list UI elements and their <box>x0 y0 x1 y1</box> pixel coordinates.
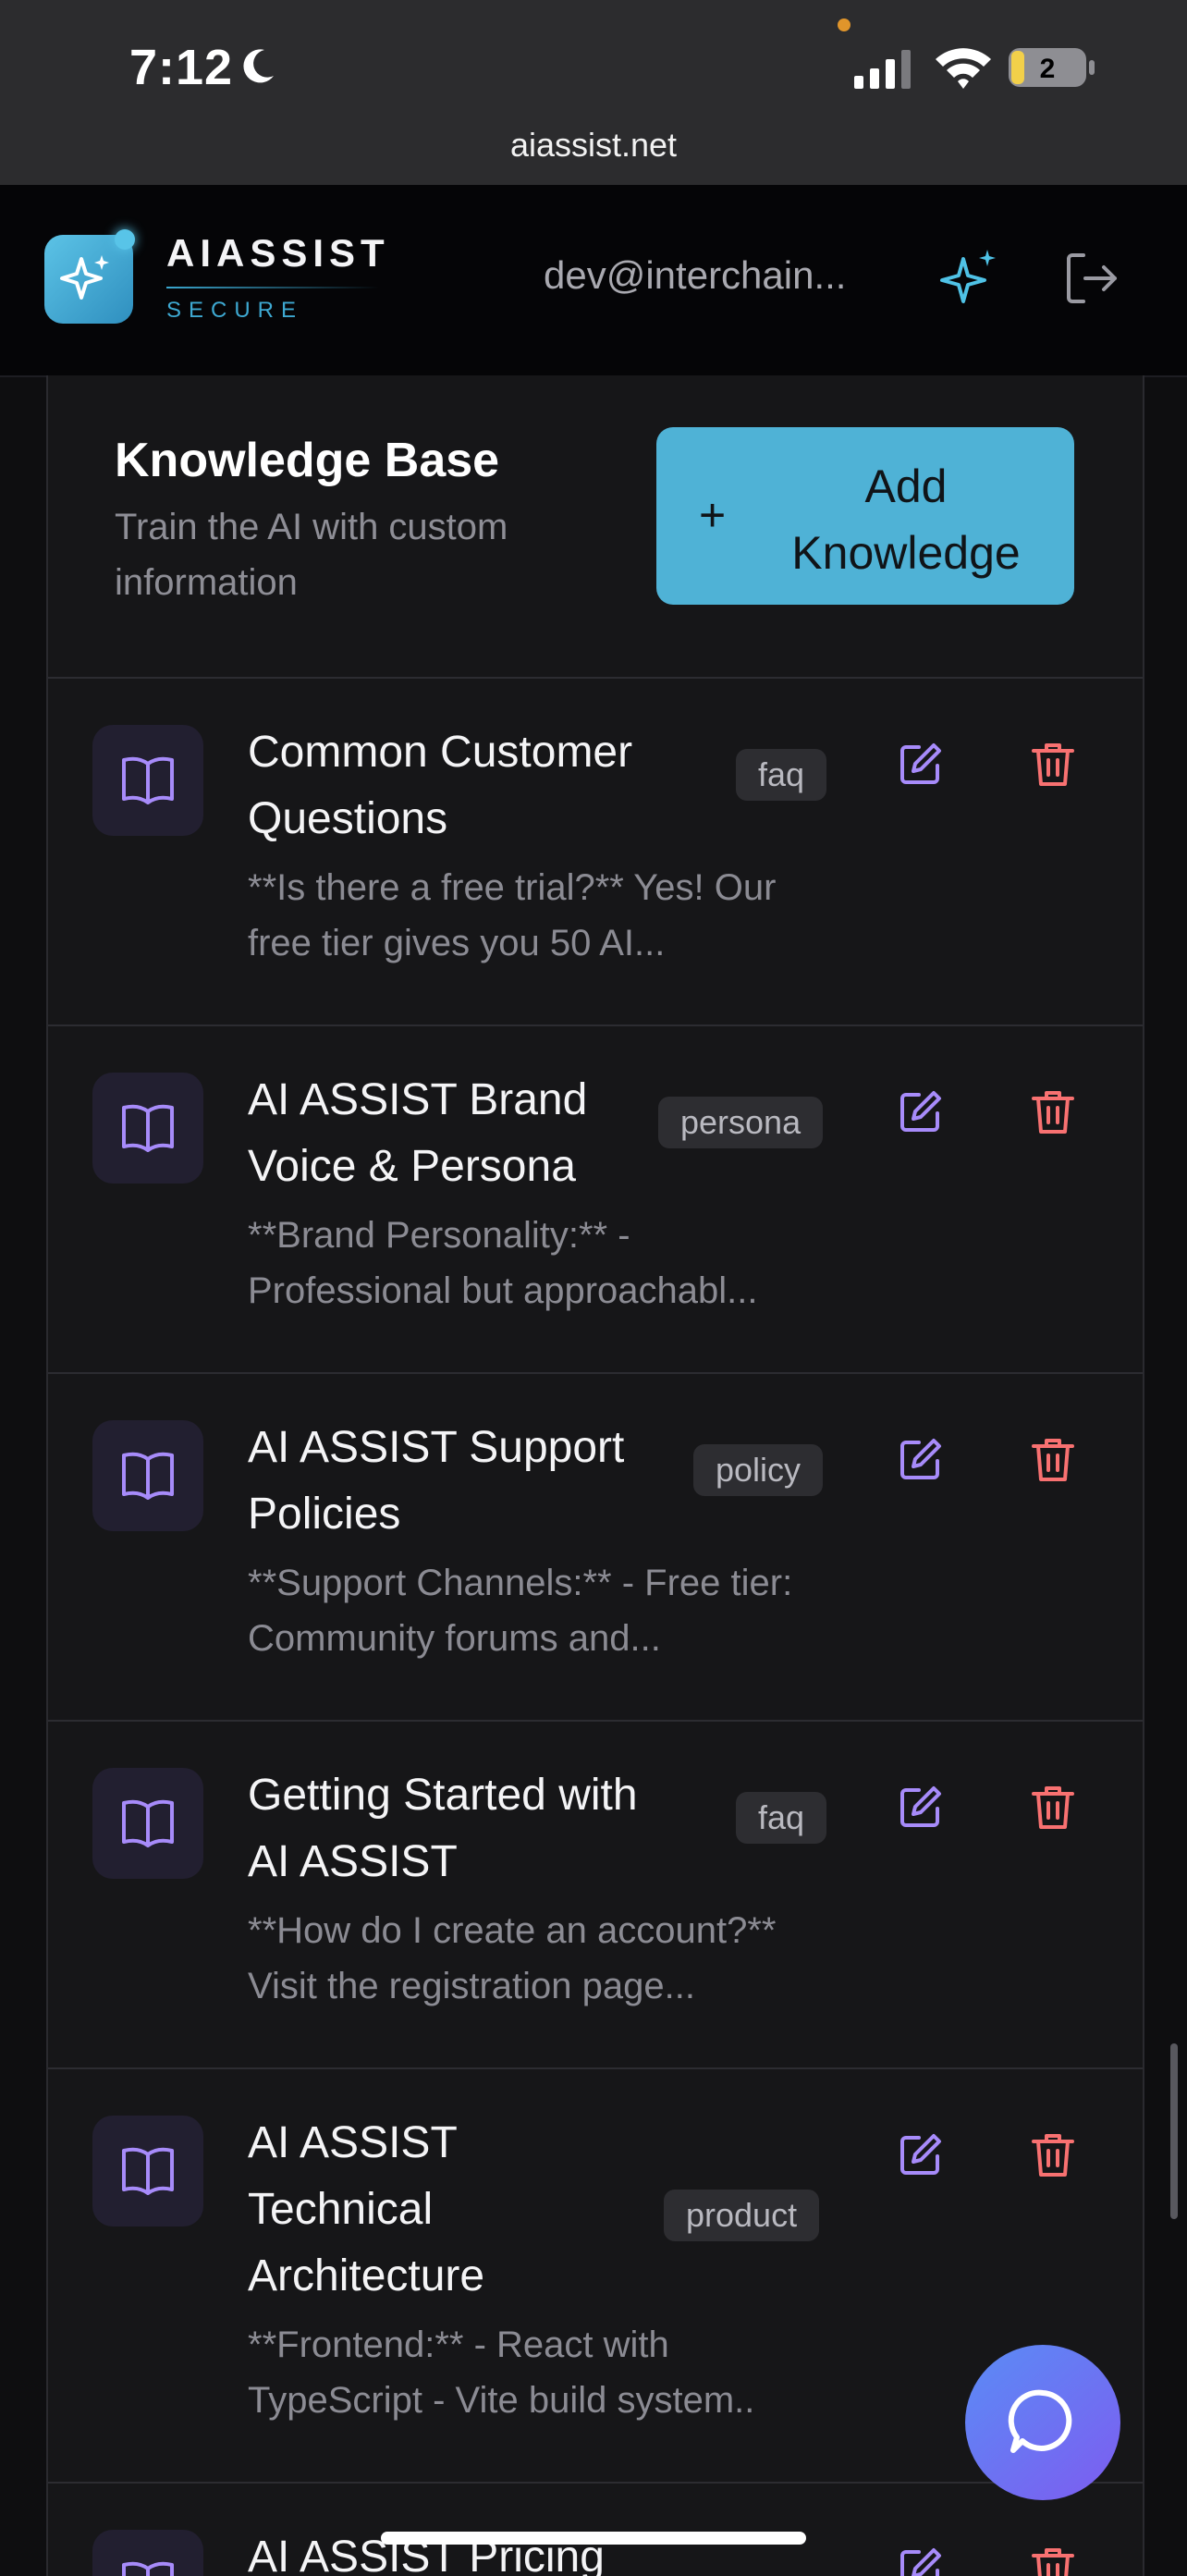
book-icon <box>122 756 174 804</box>
knowledge-item[interactable]: Common Customer Questions faq **Is there… <box>48 679 1143 1024</box>
book-icon-tile <box>92 2116 203 2226</box>
knowledge-item[interactable]: Getting Started with AI ASSIST faq **How… <box>48 1722 1143 2067</box>
battery-icon: 2 <box>1009 48 1095 87</box>
app-header: AIASSIST SECURE dev@interchain... <box>0 185 1187 377</box>
knowledge-base-card: Knowledge Base Train the AI with custom … <box>46 375 1144 2576</box>
trash-icon[interactable] <box>1030 1435 1076 1483</box>
wifi-icon <box>936 48 991 89</box>
item-description: **Brand Personality:** - Professional bu… <box>248 1215 758 1311</box>
book-icon <box>122 1799 174 1847</box>
knowledge-item[interactable]: AI ASSIST Pricing <box>48 2484 1143 2576</box>
brand-subtitle: SECURE <box>166 298 304 323</box>
item-title[interactable]: AI ASSIST Brand Voice & Persona <box>248 1067 682 1200</box>
cellular-signal-icon <box>854 50 911 89</box>
category-tag: product <box>664 2190 820 2241</box>
book-icon-tile <box>92 725 203 836</box>
trash-icon[interactable] <box>1030 2130 1076 2178</box>
chat-button[interactable] <box>965 2345 1120 2500</box>
item-description: **Support Channels:** - Free tier: Commu… <box>248 1563 793 1659</box>
knowledge-item[interactable]: AI ASSIST Support Policies policy **Supp… <box>48 1374 1143 1720</box>
logo-status-dot <box>115 229 135 250</box>
edit-icon[interactable] <box>897 2130 945 2178</box>
logout-icon[interactable] <box>1061 248 1122 309</box>
category-tag: faq <box>736 749 827 801</box>
item-title[interactable]: Getting Started with AI ASSIST <box>248 1762 682 1895</box>
trash-icon[interactable] <box>1030 1087 1076 1135</box>
item-description: **Frontend:** - React with TypeScript - … <box>248 2325 755 2421</box>
category-tag: persona <box>658 1097 824 1148</box>
scrollbar[interactable] <box>1170 2043 1178 2219</box>
address-bar-url[interactable]: aiassist.net <box>0 126 1187 165</box>
privacy-indicator-dot <box>838 18 850 31</box>
knowledge-item[interactable]: AI ASSIST Brand Voice & Persona persona … <box>48 1026 1143 1372</box>
sparkle-icon[interactable] <box>937 246 1002 311</box>
category-tag: policy <box>693 1444 824 1496</box>
edit-icon[interactable] <box>897 1783 945 1831</box>
book-icon <box>122 2147 174 2195</box>
trash-icon[interactable] <box>1030 740 1076 788</box>
book-icon <box>122 1104 174 1152</box>
item-title[interactable]: Common Customer Questions <box>248 719 682 853</box>
item-title[interactable]: AI ASSIST Technical Architecture <box>248 2110 645 2310</box>
status-bar: 7:12 2 aiassist.net <box>0 0 1187 185</box>
category-tag: faq <box>736 1792 827 1844</box>
brand-name: AIASSIST <box>166 231 390 275</box>
item-title[interactable]: AI ASSIST Support Policies <box>248 1415 682 1548</box>
add-knowledge-button[interactable]: + Add Knowledge <box>656 427 1074 605</box>
battery-level-text: 2 <box>1040 54 1056 84</box>
plus-icon: + <box>699 489 727 541</box>
item-description: **How do I create an account?** Visit th… <box>248 1910 777 2006</box>
user-email[interactable]: dev@interchain... <box>544 253 846 298</box>
add-knowledge-label: Add Knowledge <box>791 460 1021 579</box>
brand-divider <box>166 287 379 288</box>
trash-icon[interactable] <box>1030 2545 1076 2576</box>
book-icon-tile <box>92 1073 203 1184</box>
item-description: **Is there a free trial?** Yes! Our free… <box>248 867 777 963</box>
status-time: 7:12 <box>129 40 234 95</box>
home-indicator[interactable] <box>381 2532 806 2545</box>
edit-icon[interactable] <box>897 1435 945 1483</box>
edit-icon[interactable] <box>897 2545 945 2576</box>
book-icon <box>122 1452 174 1500</box>
moon-icon <box>243 49 274 83</box>
trash-icon[interactable] <box>1030 1783 1076 1831</box>
edit-icon[interactable] <box>897 1087 945 1135</box>
book-icon-tile <box>92 1420 203 1531</box>
book-icon-tile <box>92 2530 203 2576</box>
chat-bubble-icon <box>1008 2389 1072 2453</box>
book-icon <box>122 2561 174 2576</box>
edit-icon[interactable] <box>897 740 945 788</box>
book-icon-tile <box>92 1768 203 1879</box>
page-title: Knowledge Base <box>115 434 500 487</box>
page-subtitle: Train the AI with custom information <box>115 507 508 603</box>
